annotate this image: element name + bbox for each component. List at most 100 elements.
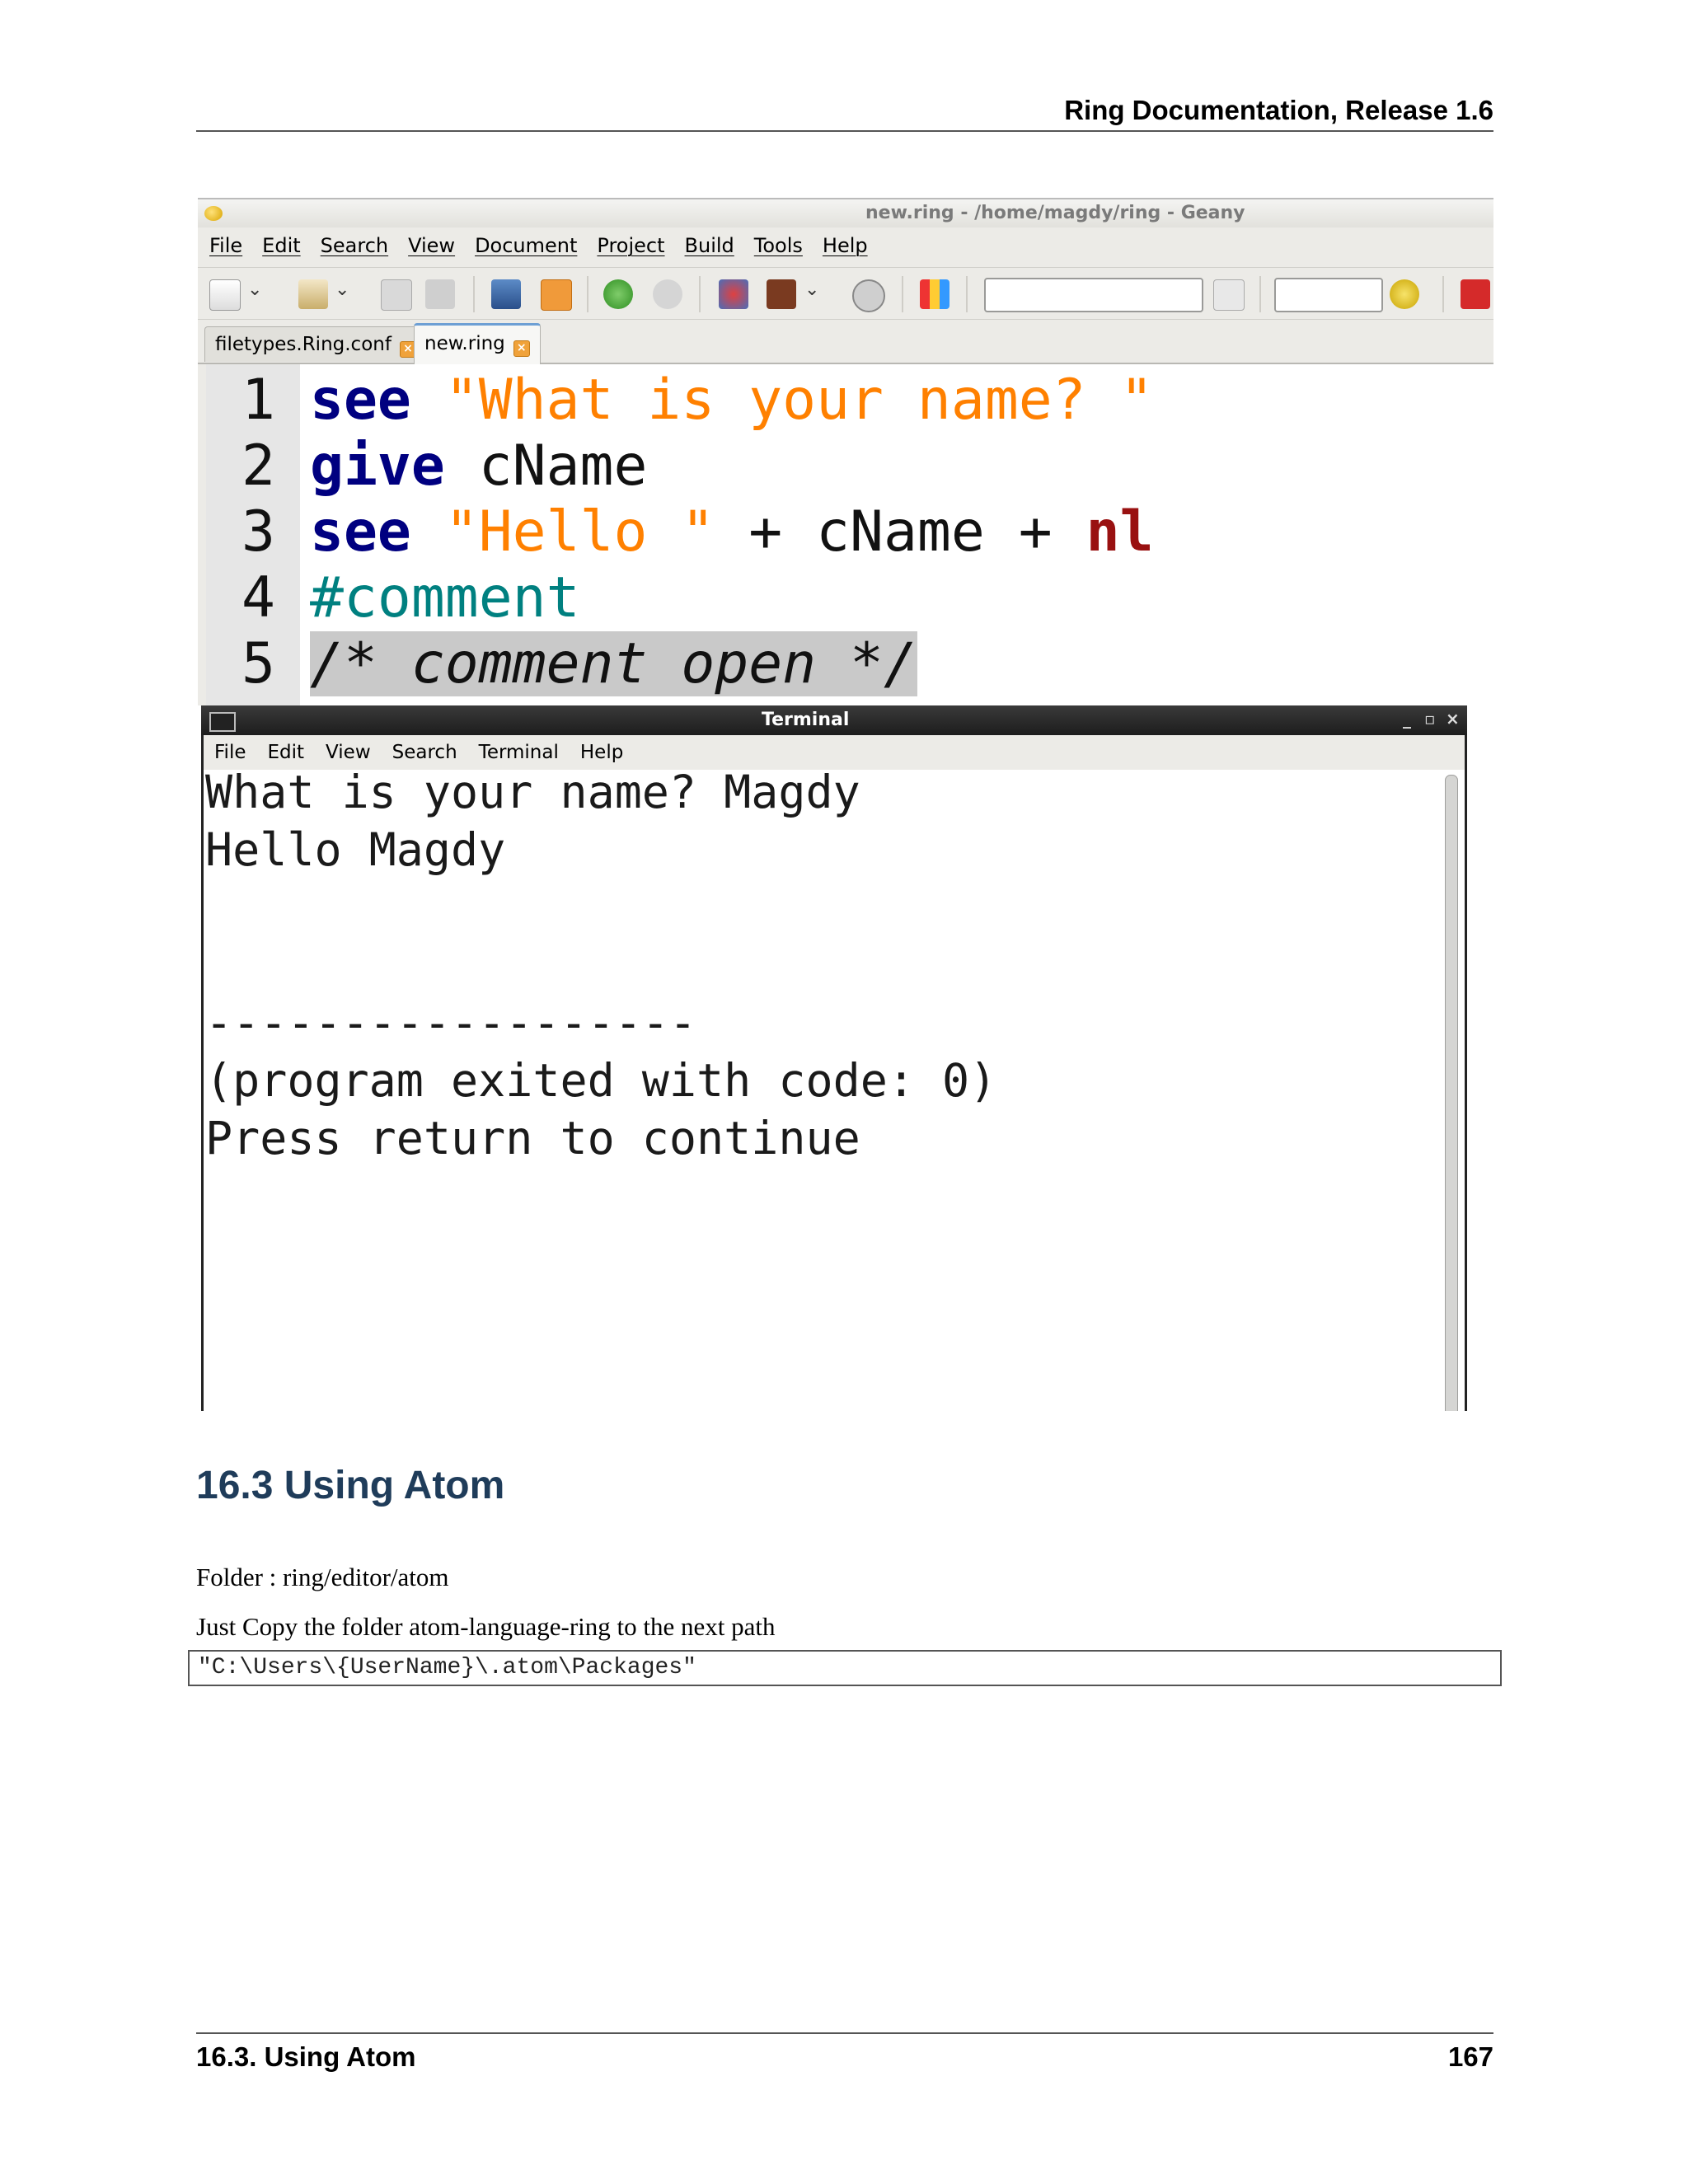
geany-titlebar: new.ring - /home/magdy/ring - Geany [198, 198, 1493, 227]
menu-item-project[interactable]: Project [585, 234, 673, 257]
page-footer: 16.3. Using Atom 167 [196, 2032, 1493, 2080]
close-file-icon[interactable] [541, 279, 572, 311]
code-token: cName [444, 434, 648, 499]
compile-icon[interactable] [719, 279, 748, 309]
code-token: nl [1085, 499, 1154, 565]
terminal-line: Hello Magdy [205, 823, 506, 876]
chevron-down-icon[interactable]: ⌄ [335, 279, 349, 300]
close-icon[interactable]: × [1446, 709, 1460, 729]
code-token: /* comment open */ [310, 631, 917, 696]
geany-window: new.ring - /home/magdy/ring - Geany File… [198, 198, 1493, 705]
terminal-menu-item-terminal[interactable]: Terminal [468, 742, 570, 763]
quit-icon[interactable] [1461, 279, 1490, 309]
code-token: "Hello " [444, 499, 715, 565]
toolbar-separator [1259, 276, 1261, 312]
terminal-icon [209, 712, 236, 732]
section-title: 16.3 Using Atom [196, 1464, 505, 1507]
revert-icon[interactable] [491, 279, 521, 309]
code-line[interactable]: 1 see "What is your name? " [206, 368, 1493, 434]
menu-item-search[interactable]: Search [309, 234, 396, 257]
terminal-line: ------------------ [205, 996, 697, 1049]
goto-line-icon[interactable] [1390, 279, 1419, 309]
code-text: see "What is your name? " [310, 368, 1154, 434]
back-arrow-icon[interactable] [603, 279, 633, 309]
chevron-down-icon[interactable]: ⌄ [804, 279, 819, 300]
geany-window-title: new.ring - /home/magdy/ring - Geany [865, 203, 1245, 223]
line-number: 2 [241, 434, 275, 499]
menu-item-file[interactable]: File [198, 234, 251, 257]
save-all-icon[interactable] [425, 279, 455, 309]
menu-item-view[interactable]: View [396, 234, 463, 257]
terminal-menu-item-view[interactable]: View [315, 742, 382, 763]
search-icon[interactable] [1213, 279, 1245, 311]
close-icon[interactable]: × [513, 340, 530, 357]
line-number: 3 [241, 499, 275, 565]
code-token: give [310, 434, 445, 499]
code-token: + cName + [715, 499, 1086, 565]
footer-section-title: 16.3. Using Atom [196, 2041, 416, 2072]
open-file-icon[interactable] [298, 279, 328, 309]
terminal-menu-item-file[interactable]: File [204, 742, 257, 763]
line-number: 4 [241, 565, 275, 630]
build-icon[interactable] [767, 279, 796, 309]
code-text: /* comment open */ [310, 631, 917, 697]
toolbar-separator [473, 276, 475, 312]
terminal-titlebar: Terminal _ ▫ × [201, 705, 1467, 735]
menu-item-help[interactable]: Help [811, 234, 876, 257]
code-line[interactable]: 5 /* comment open */ [206, 631, 1493, 697]
menu-item-build[interactable]: Build [673, 234, 743, 257]
geany-toolbar: ⌄ ⌄ ⌄ [198, 267, 1493, 320]
path-code-block: "C:\Users\{UserName}\.atom\Packages" [188, 1650, 1502, 1686]
terminal-line: (program exited with code: 0) [205, 1054, 997, 1107]
tab-label: new.ring [424, 333, 505, 354]
geany-app-icon [204, 206, 223, 221]
code-token: see [310, 368, 411, 433]
toolbar-separator [902, 276, 903, 312]
code-text: #comment [310, 565, 580, 631]
terminal-output[interactable]: What is your name? Magdy Hello Magdy -----… [204, 766, 1432, 1411]
menu-item-tools[interactable]: Tools [743, 234, 811, 257]
code-line[interactable]: 4 #comment [206, 565, 1493, 631]
page-number: 167 [1447, 2041, 1493, 2072]
toolbar-separator [966, 276, 968, 312]
menu-item-document[interactable]: Document [463, 234, 585, 257]
line-number: 1 [241, 368, 275, 433]
instruction-paragraph: Just Copy the folder atom-language-ring … [196, 1612, 776, 1641]
color-chooser-icon[interactable] [920, 279, 950, 309]
terminal-line: Press return to continue [205, 1112, 860, 1165]
terminal-window-title: Terminal [762, 710, 850, 730]
toolbar-separator [699, 276, 701, 312]
terminal-line: What is your name? Magdy [205, 766, 860, 818]
code-editor[interactable]: 1 see "What is your name? " 2 give cName 3 se… [206, 364, 1493, 705]
code-text: see "Hello " + cName + nl [310, 499, 1154, 565]
terminal-menu-item-search[interactable]: Search [382, 742, 468, 763]
page-header: Ring Documentation, Release 1.6 [196, 92, 1493, 132]
new-file-icon[interactable] [209, 279, 241, 311]
toolbar-separator [1442, 276, 1444, 312]
save-icon[interactable] [381, 279, 412, 311]
code-token: #comment [310, 565, 580, 630]
terminal-menu-item-edit[interactable]: Edit [257, 742, 316, 763]
code-line[interactable]: 2 give cName [206, 434, 1493, 499]
line-number: 5 [241, 631, 275, 696]
geany-tab-bar: filetypes.Ring.conf × new.ring × [198, 320, 1493, 365]
code-text: give cName [310, 434, 647, 499]
tab-new-ring[interactable]: new.ring × [414, 323, 541, 365]
code-line[interactable]: 3 see "Hello " + cName + nl [206, 499, 1493, 565]
terminal-menu-item-help[interactable]: Help [570, 742, 634, 763]
goto-line-input[interactable] [1274, 278, 1383, 312]
minimize-icon[interactable]: _ [1403, 709, 1411, 729]
menu-item-edit[interactable]: Edit [251, 234, 308, 257]
maximize-icon[interactable]: ▫ [1424, 709, 1436, 729]
execute-gear-icon[interactable] [852, 279, 885, 312]
folder-paragraph: Folder : ring/editor/atom [196, 1563, 449, 1591]
tab-label: filetypes.Ring.conf [215, 334, 392, 355]
code-token: "What is your name? " [444, 368, 1154, 433]
chevron-down-icon[interactable]: ⌄ [247, 279, 262, 300]
search-input[interactable] [984, 278, 1203, 312]
terminal-window: Terminal _ ▫ × File Edit View Search Termina… [201, 705, 1467, 1411]
tab-filetypes-ring-conf[interactable]: filetypes.Ring.conf × [204, 326, 427, 362]
forward-arrow-icon[interactable] [653, 279, 682, 309]
terminal-scrollbar[interactable] [1445, 775, 1458, 1411]
